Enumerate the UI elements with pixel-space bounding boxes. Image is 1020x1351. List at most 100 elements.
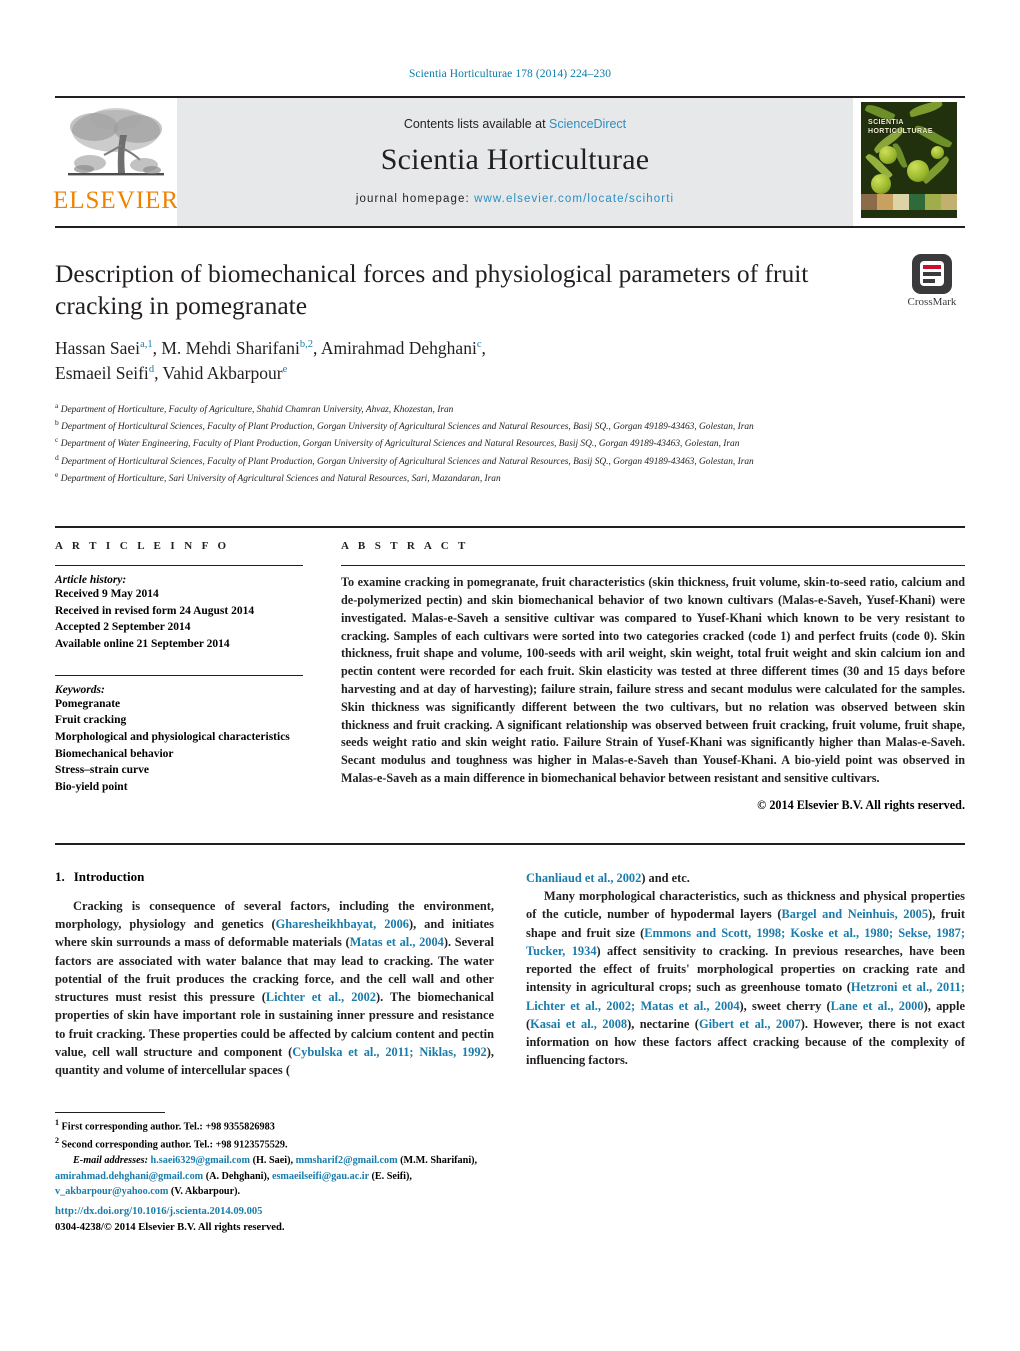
email-owner: (V. Akbarpour). (168, 1185, 241, 1197)
citation-link[interactable]: Chanliaud et al., 2002 (526, 871, 641, 885)
body-section: 1. Introduction Cracking is consequence o… (55, 842, 965, 1079)
journal-masthead: ELSEVIER Contents lists available at Sci… (52, 96, 965, 228)
elsevier-tree-icon (64, 105, 168, 191)
body-column-right: Chanliaud et al., 2002) and etc. Many mo… (526, 869, 965, 1079)
sciencedirect-link[interactable]: ScienceDirect (549, 117, 626, 131)
divider (55, 674, 303, 676)
running-head: Scientia Horticulturae 178 (2014) 224–23… (408, 68, 612, 80)
history-item: Available online 21 September 2014 (55, 638, 230, 651)
email-link[interactable]: mmsharif2@gmail.com (296, 1155, 398, 1166)
info-abstract-section: A R T I C L E I N F O Article history: R… (55, 526, 965, 813)
history-item: Received in revised form 24 August 2014 (55, 604, 255, 617)
crossmark-badge[interactable]: CrossMark (899, 254, 965, 308)
journal-homepage-label: journal homepage: (355, 193, 470, 205)
footnote-mark: 2 (55, 1135, 59, 1145)
email-label: E-mail addresses: (73, 1155, 148, 1167)
journal-homepage-line: journal homepage: www.elsevier.com/locat… (356, 193, 674, 205)
footnote-item-1: 1 First corresponding author. Tel.: +98 … (55, 1117, 485, 1135)
email-link[interactable]: esmaeilseifi@gau.ac.ir (272, 1171, 369, 1182)
author-item[interactable]: Amirahmad Dehghanic (321, 338, 482, 358)
keyword-item: Pomegranate (55, 697, 121, 710)
affiliation-mark: d (55, 452, 59, 462)
abstract-column: A B S T R A C T To examine cracking in p… (341, 540, 965, 813)
email-owner: (H. Saei), (250, 1155, 296, 1167)
email-owner: (E. Seifi), (368, 1170, 412, 1182)
affiliation-mark: c (55, 435, 59, 445)
author-item[interactable]: M. Mehdi Sharifanib,2 (161, 338, 313, 358)
author-name: Vahid Akbarpour (162, 363, 283, 384)
citation-link[interactable]: Lichter et al., 2002 (266, 990, 376, 1004)
author-affil-marks: e (282, 364, 288, 376)
footnote-text: Second corresponding author. Tel.: +98 9… (61, 1139, 288, 1151)
affiliation-text: Department of Horticulture, Faculty of A… (60, 405, 454, 416)
citation-link[interactable]: Gharesheikhbayat, 2006 (276, 917, 409, 931)
affiliation-item: b Department of Horticultural Sciences, … (55, 417, 965, 434)
footnote-item-2: 2 Second corresponding author. Tel.: +98… (55, 1135, 485, 1153)
author-affil-marks: b,2 (299, 339, 314, 351)
citation-link[interactable]: Lane et al., 2000 (831, 999, 924, 1013)
keywords-label: Keywords: (55, 683, 105, 696)
history-item: Accepted 2 September 2014 (55, 621, 191, 634)
issn-copyright-line: 0304-4238/© 2014 Elsevier B.V. All right… (55, 1221, 285, 1233)
email-link[interactable]: v_akbarpour@yahoo.com (55, 1186, 168, 1197)
keywords-block: Keywords: Pomegranate Fruit cracking Mor… (55, 674, 303, 796)
author-affil-marks: a,1 (140, 339, 153, 351)
affiliation-list: a Department of Horticulture, Faculty of… (55, 400, 965, 486)
author-list: Hassan Saeia,1, M. Mehdi Sharifanib,2, A… (55, 338, 486, 384)
doi-link[interactable]: http://dx.doi.org/10.1016/j.scienta.2014… (55, 1206, 262, 1217)
citation-link[interactable]: Gibert et al., 2007 (699, 1017, 801, 1031)
cover-title-line1: SCIENTIA (868, 119, 904, 126)
crossmark-label: CrossMark (907, 296, 957, 308)
affiliation-text: Department of Horticultural Sciences, Fa… (61, 422, 754, 433)
footnote-block: 1 First corresponding author. Tel.: +98 … (55, 1112, 485, 1199)
affiliation-item: a Department of Horticulture, Faculty of… (55, 400, 965, 417)
article-page: Scientia Horticulturae 178 (2014) 224–23… (0, 0, 1020, 1351)
footnote-text: First corresponding author. Tel.: +98 93… (61, 1121, 275, 1133)
citation-link[interactable]: Cybulska et al., 2011; Niklas, 1992 (292, 1045, 487, 1059)
footnote-divider (55, 1112, 165, 1113)
keyword-item: Morphological and physiological characte… (55, 731, 290, 744)
author-item[interactable]: Esmaeil Seifid (55, 363, 154, 383)
affiliation-mark: a (55, 400, 59, 410)
affiliation-mark: b (55, 418, 59, 428)
abstract-text: To examine cracking in pomegranate, frui… (341, 575, 965, 786)
email-owner: (A. Dehghani), (203, 1170, 272, 1182)
citation-link[interactable]: Emmons and Scott, 1998; Koske et al., 19… (526, 926, 965, 958)
crossmark-icon (912, 254, 952, 294)
elsevier-logo: ELSEVIER (52, 98, 180, 228)
email-owner: (M.M. Sharifani), (397, 1155, 478, 1167)
email-link[interactable]: h.saei6329@gmail.com (151, 1155, 250, 1166)
journal-cover-image: SCIENTIA HORTICULTURAE (861, 102, 957, 218)
body-column-left: 1. Introduction Cracking is consequence o… (55, 869, 494, 1079)
title-block: CrossMark Description of biomechanical f… (55, 254, 965, 486)
affiliation-item: e Department of Horticulture, Sari Unive… (55, 469, 965, 486)
abstract-copyright: © 2014 Elsevier B.V. All rights reserved… (757, 797, 965, 812)
citation-link[interactable]: Bargel and Neinhuis, 2005 (781, 907, 928, 921)
section-number: 1. (55, 868, 65, 884)
affiliation-text: Department of Water Engineering, Faculty… (60, 439, 740, 450)
keyword-item: Bio-yield point (55, 781, 128, 794)
article-history-label: Article history: (55, 574, 127, 587)
email-link[interactable]: amirahmad.dehghani@gmail.com (55, 1171, 203, 1182)
elsevier-wordmark: ELSEVIER (52, 187, 180, 214)
section-heading-introduction: 1. Introduction (55, 869, 494, 885)
article-info-heading: A R T I C L E I N F O (55, 540, 230, 553)
affiliation-text: Department of Horticulture, Sari Univers… (60, 474, 501, 484)
author-name: Esmaeil Seifi (55, 363, 149, 384)
section-title: Introduction (73, 868, 145, 884)
history-item: Received 9 May 2014 (55, 588, 159, 601)
cover-title: SCIENTIA HORTICULTURAE (868, 118, 933, 137)
citation-link[interactable]: Matas et al., 2004 (350, 935, 444, 949)
author-item[interactable]: Vahid Akbarpoure (163, 363, 288, 383)
email-addresses: E-mail addresses: h.saei6329@gmail.com (… (55, 1153, 485, 1199)
keyword-item: Biomechanical behavior (55, 747, 174, 760)
citation-link[interactable]: Kasai et al., 2008 (530, 1017, 627, 1031)
cover-title-line2: HORTICULTURAE (868, 128, 933, 136)
affiliation-mark: e (55, 469, 59, 479)
author-item[interactable]: Hassan Saeia,1 (55, 338, 153, 358)
divider (341, 565, 965, 567)
journal-title: Scientia Horticulturae (380, 143, 650, 176)
doi-block: http://dx.doi.org/10.1016/j.scienta.2014… (55, 1204, 285, 1236)
author-name: Hassan Saei (55, 338, 141, 359)
journal-homepage-link[interactable]: www.elsevier.com/locate/scihorti (474, 193, 674, 205)
